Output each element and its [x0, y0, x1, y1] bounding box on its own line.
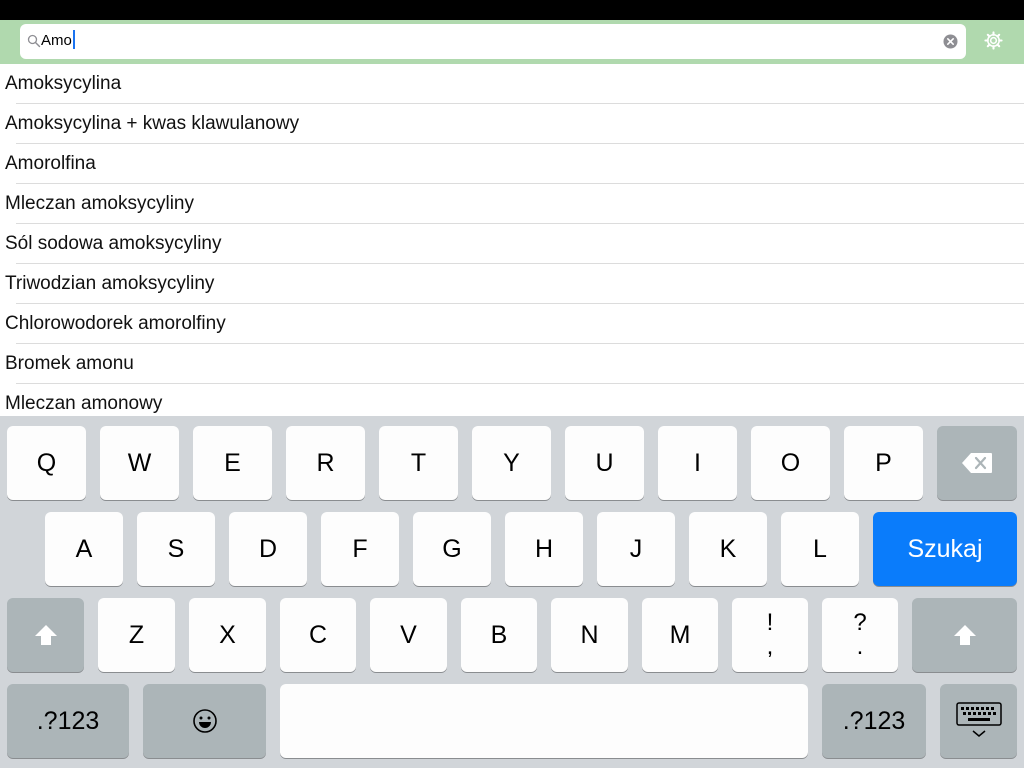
numbers-key-right[interactable]: .?123 [822, 684, 926, 758]
clear-icon[interactable] [943, 34, 958, 49]
list-item-label: Mleczan amonowy [5, 393, 163, 414]
key-z[interactable]: Z [98, 598, 175, 672]
search-bar: Amo [0, 20, 1024, 64]
key-g[interactable]: G [413, 512, 491, 586]
key-l[interactable]: L [781, 512, 859, 586]
key-question-period[interactable]: ? . [822, 598, 898, 672]
list-item-label: Amoksycylina [5, 73, 122, 94]
key-t[interactable]: T [379, 426, 458, 500]
key-o[interactable]: O [751, 426, 830, 500]
key-c[interactable]: C [280, 598, 356, 672]
list-item[interactable]: Mleczan amonowy [0, 384, 1024, 416]
key-n[interactable]: N [551, 598, 628, 672]
list-item[interactable]: Triwodzian amoksycyliny [0, 264, 1024, 304]
key-i[interactable]: I [658, 426, 737, 500]
key-u[interactable]: U [565, 426, 644, 500]
shift-icon [953, 625, 976, 645]
search-input[interactable]: Amo [20, 24, 966, 59]
hide-keyboard-key[interactable] [940, 684, 1017, 758]
shift-icon [34, 625, 57, 645]
list-item-label: Sól sodowa amoksycyliny [5, 233, 222, 254]
list-item-label: Triwodzian amoksycyliny [5, 273, 215, 294]
keyboard-dismiss-icon [955, 702, 1002, 737]
list-item[interactable]: Chlorowodorek amorolfiny [0, 304, 1024, 344]
key-v[interactable]: V [370, 598, 447, 672]
emoji-icon [192, 709, 217, 733]
list-item-label: Amorolfina [5, 153, 96, 174]
space-key[interactable] [280, 684, 808, 758]
list-item[interactable]: Sól sodowa amoksycyliny [0, 224, 1024, 264]
shift-left-key[interactable] [7, 598, 84, 672]
search-key[interactable]: Szukaj [873, 512, 1017, 586]
key-f[interactable]: F [321, 512, 399, 586]
list-item[interactable]: Mleczan amoksycyliny [0, 184, 1024, 224]
key-d[interactable]: D [229, 512, 307, 586]
backspace-icon [962, 453, 992, 473]
key-top-char: ! [766, 609, 774, 636]
list-item-label: Mleczan amoksycyliny [5, 193, 194, 214]
list-item[interactable]: Amoksycylina [0, 64, 1024, 104]
key-exclamation-comma[interactable]: ! , [732, 598, 808, 672]
on-screen-keyboard: Q W E R T Y U I O P A S D F G H J K L Sz… [0, 416, 1024, 768]
status-bar [0, 0, 1024, 20]
backspace-key[interactable] [937, 426, 1017, 500]
list-item[interactable]: Amoksycylina + kwas klawulanowy [0, 104, 1024, 144]
key-m[interactable]: M [642, 598, 718, 672]
key-bottom-char: . [856, 633, 864, 660]
numbers-key-left[interactable]: .?123 [7, 684, 129, 758]
key-j[interactable]: J [597, 512, 675, 586]
key-k[interactable]: K [689, 512, 767, 586]
list-item[interactable]: Bromek amonu [0, 344, 1024, 384]
key-r[interactable]: R [286, 426, 365, 500]
emoji-key[interactable] [143, 684, 266, 758]
shift-right-key[interactable] [912, 598, 1017, 672]
key-w[interactable]: W [100, 426, 179, 500]
key-h[interactable]: H [505, 512, 583, 586]
key-bottom-char: , [766, 633, 774, 660]
list-item-label: Bromek amonu [5, 353, 134, 374]
key-x[interactable]: X [189, 598, 266, 672]
key-a[interactable]: A [45, 512, 123, 586]
key-e[interactable]: E [193, 426, 272, 500]
list-item-label: Amoksycylina + kwas klawulanowy [5, 113, 300, 134]
key-p[interactable]: P [844, 426, 923, 500]
results-list: Amoksycylina Amoksycylina + kwas klawula… [0, 64, 1024, 416]
list-item-label: Chlorowodorek amorolfiny [5, 313, 226, 334]
key-top-char: ? [853, 609, 867, 636]
key-s[interactable]: S [137, 512, 215, 586]
list-item[interactable]: Amorolfina [0, 144, 1024, 184]
key-b[interactable]: B [461, 598, 537, 672]
search-input-value: Amo [41, 30, 75, 50]
key-y[interactable]: Y [472, 426, 551, 500]
text-caret [72, 30, 75, 50]
search-icon [27, 34, 41, 48]
key-q[interactable]: Q [7, 426, 86, 500]
gear-icon[interactable] [984, 31, 1003, 50]
